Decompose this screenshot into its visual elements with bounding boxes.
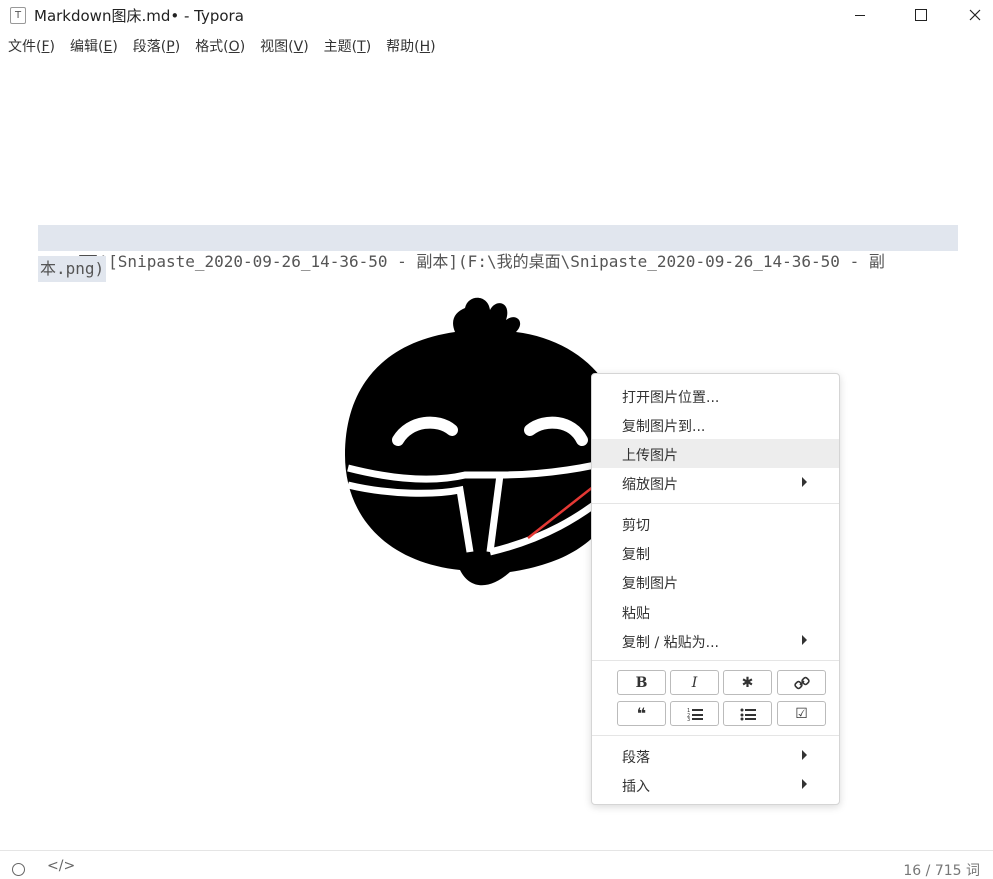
menu-format[interactable]: 格式(O)	[195, 34, 245, 60]
menu-item-upload-image[interactable]: 上传图片	[592, 439, 839, 468]
italic-button[interactable]: I	[670, 670, 719, 695]
submenu-arrow-icon	[802, 750, 807, 760]
sidebar-toggle-icon[interactable]	[12, 863, 25, 876]
ordered-list-button[interactable]: 123	[670, 701, 719, 726]
link-icon	[793, 676, 810, 689]
markdown-line-2[interactable]: 本.png)	[38, 256, 107, 282]
minimize-button[interactable]	[837, 0, 883, 30]
italic-icon: I	[691, 674, 698, 691]
menu-divider	[592, 503, 839, 504]
menu-item-paste[interactable]: 粘贴	[592, 597, 839, 626]
bold-icon: B	[635, 674, 648, 691]
asterisk-icon: ✱	[741, 674, 754, 691]
source-code-toggle[interactable]: </>	[47, 858, 75, 874]
menu-item-copy-paste-as[interactable]: 复制 / 粘贴为...	[592, 626, 839, 655]
code-button[interactable]: ✱	[723, 670, 772, 695]
menu-theme[interactable]: 主题(T)	[324, 34, 372, 60]
submenu-arrow-icon	[802, 477, 807, 487]
unordered-list-icon	[740, 708, 756, 720]
bold-button[interactable]: B	[617, 670, 666, 695]
typora-window: T Markdown图床.md• - Typora 文件(F) 编辑(E) 段落…	[0, 0, 993, 879]
markdown-line-1: ![Snipaste_2020-09-26_14-36-50 - 副本](F:\…	[98, 252, 885, 271]
checkbox-icon: ☑	[795, 705, 808, 722]
menu-view[interactable]: 视图(V)	[260, 34, 309, 60]
status-bar: </> 16 / 715 词	[0, 850, 993, 879]
minimize-icon	[855, 14, 865, 16]
menu-item-paragraph[interactable]: 段落	[592, 741, 839, 770]
close-icon	[969, 9, 981, 21]
menu-item-cut[interactable]: 剪切	[592, 509, 839, 538]
menu-item-copy-image-to[interactable]: 复制图片到...	[592, 410, 839, 439]
svg-text:3: 3	[687, 717, 690, 721]
typora-app-icon: T	[10, 7, 26, 24]
word-count[interactable]: 16 / 715 词	[903, 860, 980, 879]
quote-icon: ❝	[636, 704, 647, 723]
context-menu: 打开图片位置... 复制图片到... 上传图片 缩放图片 剪切 复制 复制图片 …	[591, 373, 840, 805]
menu-item-zoom-image[interactable]: 缩放图片	[592, 468, 839, 497]
link-button[interactable]	[777, 670, 826, 695]
maximize-icon	[915, 9, 927, 21]
menu-item-open-image-location[interactable]: 打开图片位置...	[592, 381, 839, 410]
submenu-arrow-icon	[802, 635, 807, 645]
maximize-button[interactable]	[898, 0, 944, 30]
menu-item-insert[interactable]: 插入	[592, 770, 839, 799]
title-bar: T Markdown图床.md• - Typora	[0, 0, 993, 30]
menu-file[interactable]: 文件(F)	[8, 34, 55, 60]
close-button[interactable]	[952, 0, 993, 30]
menu-bar: 文件(F) 编辑(E) 段落(P) 格式(O) 视图(V) 主题(T) 帮助(H…	[0, 34, 443, 60]
menu-edit[interactable]: 编辑(E)	[70, 34, 118, 60]
menu-divider	[592, 735, 839, 736]
submenu-arrow-icon	[802, 779, 807, 789]
menu-paragraph[interactable]: 段落(P)	[133, 34, 180, 60]
task-list-button[interactable]: ☑	[777, 701, 826, 726]
menu-divider	[592, 660, 839, 661]
menu-help[interactable]: 帮助(H)	[386, 34, 435, 60]
menu-item-copy-image[interactable]: 复制图片	[592, 567, 839, 596]
menu-item-copy[interactable]: 复制	[592, 538, 839, 567]
quote-button[interactable]: ❝	[617, 701, 666, 726]
markdown-image-source[interactable]: ![Snipaste_2020-09-26_14-36-50 - 副本](F:\…	[38, 225, 958, 271]
unordered-list-button[interactable]	[723, 701, 772, 726]
window-title: Markdown图床.md• - Typora	[34, 7, 244, 25]
ordered-list-icon: 123	[687, 708, 703, 721]
